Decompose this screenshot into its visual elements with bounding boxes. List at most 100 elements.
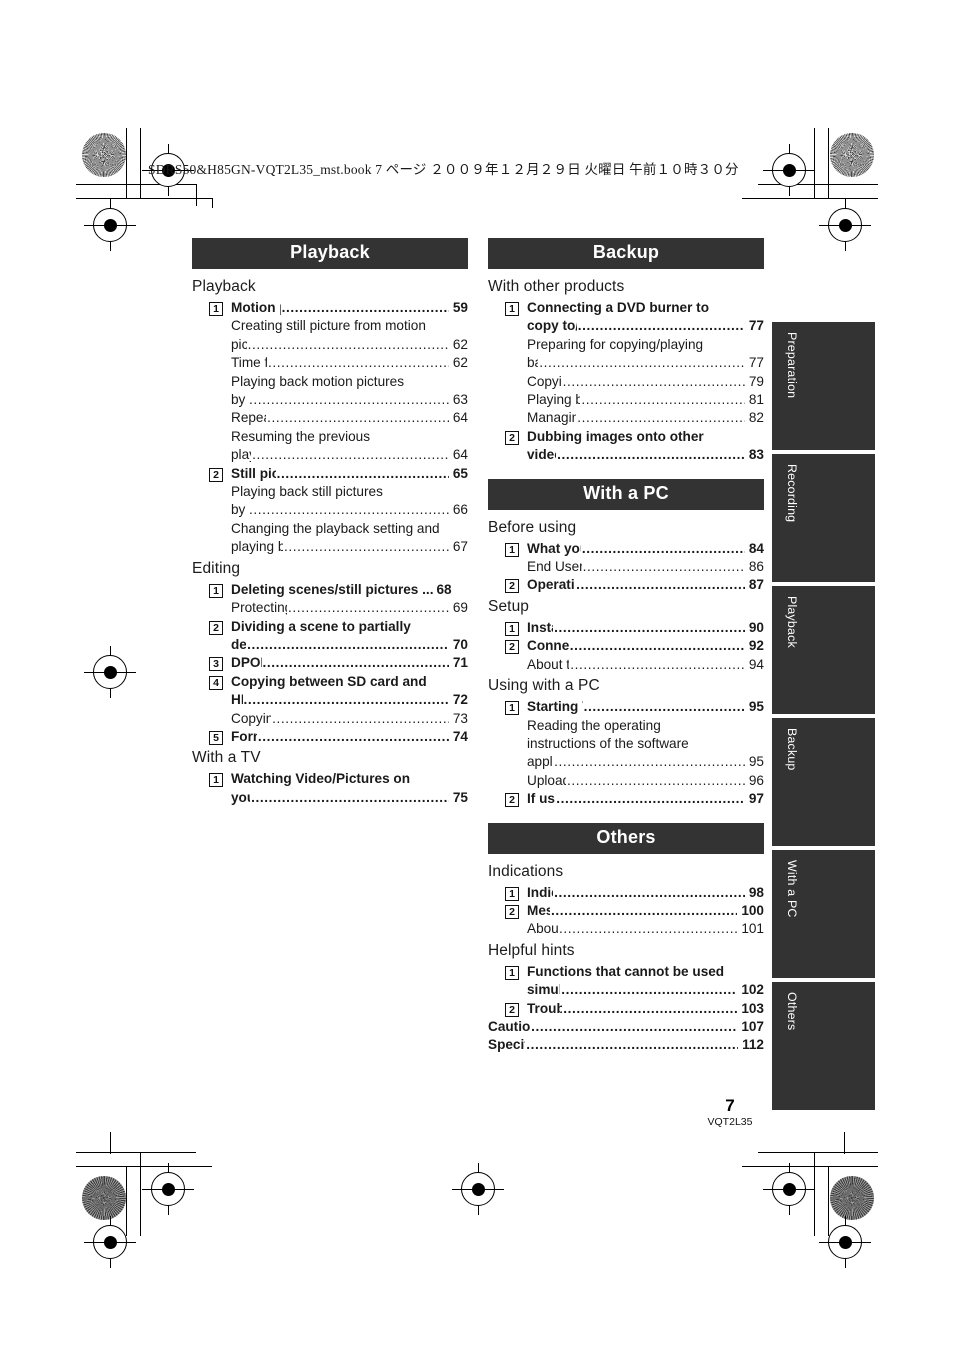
section-tab-others[interactable]: Others xyxy=(772,982,875,1110)
toc-entry[interactable]: 3 DPOF setting...........................… xyxy=(209,654,468,672)
toc-entry-text: by date xyxy=(231,502,248,518)
toc-sub-entry[interactable]: Playing back the copied disc............… xyxy=(527,391,764,409)
toc-entry-body: Motion picture playback.................… xyxy=(231,299,468,465)
crop-rule xyxy=(742,1166,878,1167)
toc-entry[interactable]: 1 Deleting scenes/still pictures ... 68 Pro… xyxy=(209,581,468,618)
toc-entry-text: Messages xyxy=(527,902,551,918)
leader-dots: ........................................… xyxy=(551,902,737,918)
leader-dots: ........................................… xyxy=(526,1037,738,1053)
toc-page-number: 77 xyxy=(748,318,764,334)
toc-sub-entry[interactable]: Playing back still pictures by date......… xyxy=(231,483,468,520)
toc-sub-entry[interactable]: Reading the operating instructions of the… xyxy=(527,717,764,772)
toc-entry-text: Functions that cannot be used xyxy=(527,963,725,979)
toc-page-number: 75 xyxy=(452,789,468,805)
section-tab-label: With a PC xyxy=(785,860,799,918)
toc-sub-entry[interactable]: Preparing for copying/playing back.......… xyxy=(527,336,764,373)
section-tab-recording[interactable]: Recording xyxy=(772,454,875,582)
leader-dots: ........................................… xyxy=(577,318,745,334)
toc-entry-text: Upload to YouTube xyxy=(527,772,566,788)
toc-sub-entry[interactable]: Copying to discs........................… xyxy=(527,373,764,391)
toc-entry-text: Troubleshooting xyxy=(527,1000,563,1016)
leader-dots: ........................................… xyxy=(247,636,449,652)
toc-entry[interactable]: 1 Watching Video/Pictures on your TV......… xyxy=(209,770,468,807)
toc-entry-text: Time frame index xyxy=(231,355,267,371)
crop-rule xyxy=(126,128,127,198)
toc-sub-entry[interactable]: Upload to YouTube.......................… xyxy=(527,772,764,790)
toc-entry[interactable]: Cautions for use........................… xyxy=(488,1018,764,1036)
toc-sub-entry[interactable]: Repeat playback.........................… xyxy=(231,409,468,427)
toc-entry-body: DPOF setting............................… xyxy=(231,654,468,672)
toc-entry[interactable]: 1 What you can do with a PC..............… xyxy=(505,540,764,577)
toc-entry-text: Installation xyxy=(527,619,553,635)
toc-page-number: 65 xyxy=(452,465,468,481)
toc-entry-body: Operating environment...................… xyxy=(527,576,764,594)
leader-dots: ........................................… xyxy=(251,789,449,805)
toc-column-left: Playback Playback 1 Motion picture playback… xyxy=(192,238,468,807)
toc-entry-text: Connecting to a PC xyxy=(527,638,569,654)
leader-dots: ........................................… xyxy=(581,540,745,556)
toc-sub-entry[interactable]: Changing the playback setting and playing… xyxy=(231,520,468,557)
toc-sub-entry[interactable]: Playing back motion pictures by date.....… xyxy=(231,373,468,410)
toc-entry[interactable]: 1 Starting VideoCam Suite 3.0............… xyxy=(505,698,764,790)
toc-page-number: 101 xyxy=(741,921,764,937)
crop-rule xyxy=(828,1166,829,1236)
toc-entry[interactable]: 1 Connecting a DVD burner to copy to/play … xyxy=(505,299,764,428)
toc-sub-entry[interactable]: End User License Agreement..............… xyxy=(527,558,764,576)
leader-dots: ........................................… xyxy=(557,447,745,463)
toc-entry[interactable]: 2 Dubbing images onto other video device..… xyxy=(505,428,764,465)
toc-entry-text: Protecting scenes/still pictures xyxy=(231,600,287,616)
toc-entry[interactable]: 2 Dividing a scene to partially delete....… xyxy=(209,618,468,655)
toc-sub-entry[interactable]: About the PC display....................… xyxy=(527,656,764,674)
toc-entry-body: Watching Video/Pictures on your TV.......… xyxy=(231,770,468,807)
section-tab-preparation[interactable]: Preparation xyxy=(772,322,875,450)
toc-entry-text: Starting VideoCam Suite 3.0 xyxy=(527,699,583,715)
toc-sub-entry[interactable]: Resuming the previous playback...........… xyxy=(231,428,468,465)
toc-page-number: 96 xyxy=(748,772,764,788)
toc-entry[interactable]: 5 Formatting.............................… xyxy=(209,728,468,746)
toc-entry[interactable]: 2 Messages...............................… xyxy=(505,902,764,939)
toc-entry-text: Creating still picture from motion xyxy=(231,318,426,334)
section-tab-with-a-pc[interactable]: With a PC xyxy=(772,850,875,978)
leader-dots: ........................................… xyxy=(272,710,449,726)
toc-page-number: 83 xyxy=(748,447,764,463)
toc-entry-text: If using Mac xyxy=(527,791,555,807)
toc-entry-text: back xyxy=(527,355,538,371)
toc-entry-text: Copying to discs xyxy=(527,373,562,389)
registration-mark xyxy=(142,1163,194,1215)
toc-entry[interactable]: 2 Operating environment..................… xyxy=(505,576,764,594)
toc-entry-body: Connecting to a PC......................… xyxy=(527,637,764,674)
toc-entry[interactable]: 4 Copying between SD card and HDD.........… xyxy=(209,673,468,728)
registration-mark xyxy=(819,199,871,251)
toc-page-number: 102 xyxy=(741,982,764,998)
section-tab-backup[interactable]: Backup xyxy=(772,718,875,846)
toc-sub-entry[interactable]: Managing the copied disc................… xyxy=(527,409,764,427)
toc-entry-text: Connecting a DVD burner to xyxy=(527,300,710,315)
toc-sub-entry[interactable]: Copying [SDR-H85].......................… xyxy=(231,710,468,728)
toc-entry[interactable]: Specifications..........................… xyxy=(488,1036,764,1054)
crop-rule xyxy=(196,184,197,206)
entry-number-badge: 2 xyxy=(505,579,519,594)
leader-dots: ........................................… xyxy=(539,355,745,371)
toc-entry[interactable]: 2 Still picture playback.................… xyxy=(209,465,468,557)
toc-entry[interactable]: 2 If using Mac...........................… xyxy=(505,790,764,808)
leader-dots: ........................................… xyxy=(556,791,745,807)
toc-entry-text: Specifications xyxy=(488,1037,525,1053)
leader-dots: ........................................… xyxy=(554,619,745,635)
toc-sub-entry[interactable]: Time frame index........................… xyxy=(231,354,468,372)
section-tab-playback[interactable]: Playback xyxy=(772,586,875,714)
section-header-bar: Others xyxy=(488,822,764,854)
entry-number-badge: 2 xyxy=(505,430,519,445)
toc-entry[interactable]: 2 Troubleshooting........................… xyxy=(505,1000,764,1018)
toc-sub-entry[interactable]: About recovery..........................… xyxy=(527,920,764,938)
toc-sub-entry[interactable]: Creating still picture from motion pictur… xyxy=(231,317,468,354)
toc-entry[interactable]: 1 Functions that cannot be used simultaneo… xyxy=(505,963,764,1000)
toc-entry-body: Messages................................… xyxy=(527,902,764,939)
toc-group-title: Before using xyxy=(488,518,577,536)
toc-page-number: 62 xyxy=(452,336,468,352)
toc-entry[interactable]: 1 Motion picture playback................… xyxy=(209,299,468,465)
toc-entry[interactable]: 1 Installation...........................… xyxy=(505,619,764,637)
toc-sub-entry[interactable]: Protecting scenes/still pictures........… xyxy=(231,599,468,617)
toc-entry[interactable]: 2 Connecting to a PC.....................… xyxy=(505,637,764,674)
leader-dots: ........................................… xyxy=(268,355,449,371)
toc-entry[interactable]: 1 Indications............................… xyxy=(505,884,764,902)
